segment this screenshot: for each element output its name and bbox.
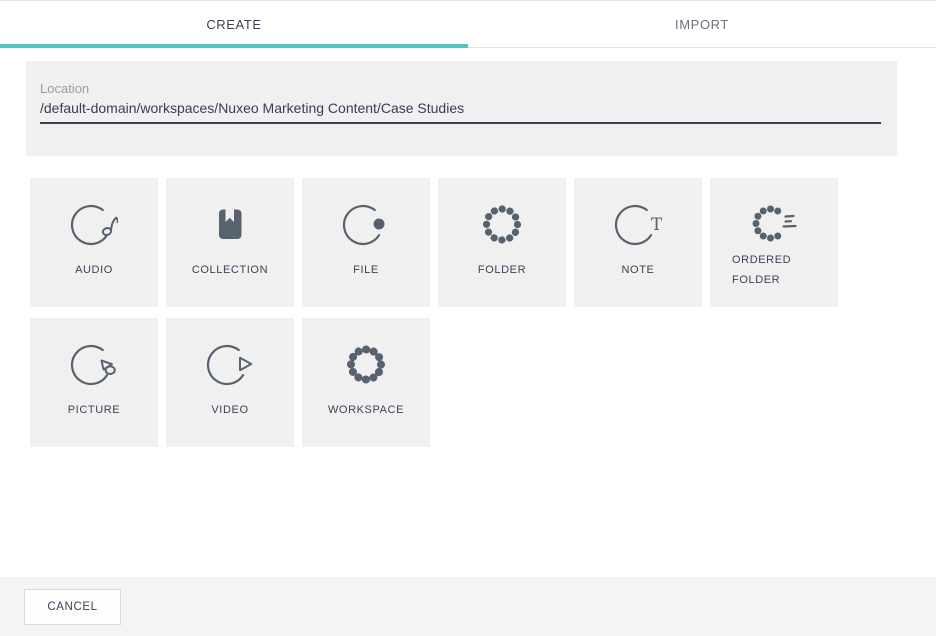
footer-bar: CANCEL	[0, 577, 936, 636]
audio-icon	[70, 200, 118, 248]
location-input[interactable]: /default-domain/workspaces/Nuxeo Marketi…	[40, 100, 881, 124]
tile-note[interactable]: T NOTE	[574, 178, 702, 307]
tab-import[interactable]: IMPORT	[468, 1, 936, 47]
workspace-icon	[342, 340, 390, 388]
tile-folder-label: FOLDER	[478, 260, 526, 280]
tile-note-label: NOTE	[622, 260, 655, 280]
note-icon: T	[614, 200, 662, 248]
tile-picture[interactable]: PICTURE	[30, 318, 158, 447]
tile-video[interactable]: VIDEO	[166, 318, 294, 447]
tile-file[interactable]: FILE	[302, 178, 430, 307]
tile-audio-label: AUDIO	[75, 260, 113, 280]
tile-ordered-folder-label: ORDERED FOLDER	[732, 250, 816, 290]
tile-picture-label: PICTURE	[68, 400, 120, 420]
tile-folder[interactable]: FOLDER	[438, 178, 566, 307]
tab-import-label: IMPORT	[675, 17, 729, 32]
tile-audio[interactable]: AUDIO	[30, 178, 158, 307]
location-panel: Location /default-domain/workspaces/Nuxe…	[26, 61, 897, 156]
tile-video-label: VIDEO	[211, 400, 248, 420]
tile-collection[interactable]: COLLECTION	[166, 178, 294, 307]
svg-text:T: T	[651, 215, 662, 235]
video-icon	[206, 340, 254, 388]
tile-workspace[interactable]: WORKSPACE	[302, 318, 430, 447]
cancel-button[interactable]: CANCEL	[24, 589, 121, 625]
location-label: Location	[40, 81, 881, 96]
collection-icon	[206, 200, 254, 248]
tile-ordered-folder[interactable]: ORDERED FOLDER	[710, 178, 838, 307]
tile-workspace-label: WORKSPACE	[328, 400, 404, 420]
tab-create[interactable]: CREATE	[0, 1, 468, 47]
doc-type-grid: AUDIO COLLECTION FILE FOLDER	[30, 178, 846, 447]
tile-collection-label: COLLECTION	[192, 260, 268, 280]
folder-icon	[478, 200, 526, 248]
file-icon	[342, 200, 390, 248]
picture-icon	[70, 340, 118, 388]
tab-create-label: CREATE	[206, 17, 261, 32]
tab-bar: CREATE IMPORT	[0, 1, 936, 48]
tile-file-label: FILE	[353, 260, 379, 280]
ordered-folder-icon	[750, 200, 798, 248]
